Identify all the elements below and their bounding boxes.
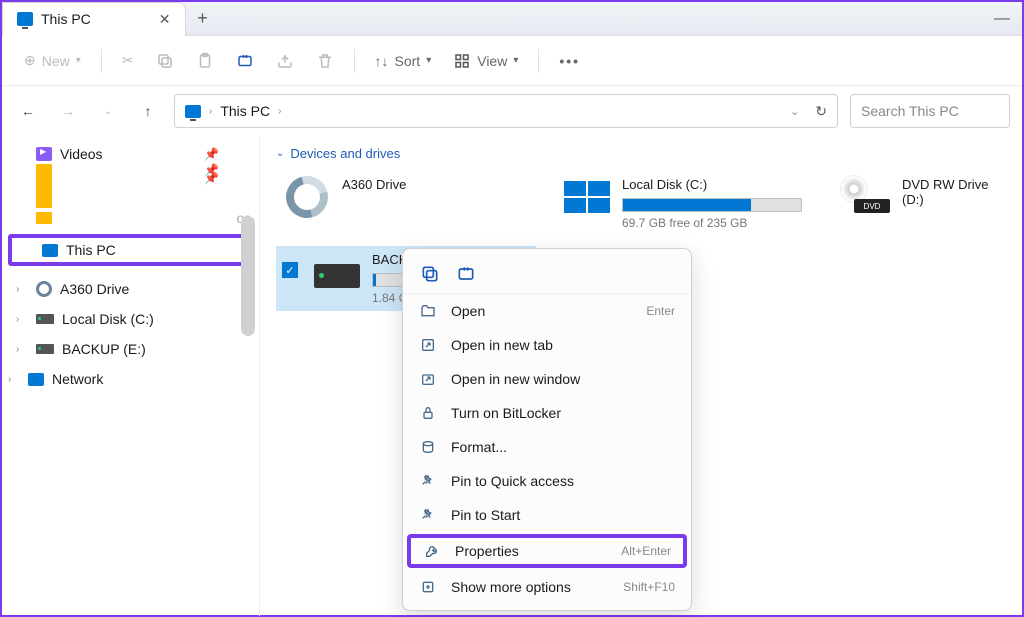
drive-card-a360[interactable]: A360 Drive [276,171,536,236]
drive-card-local-c[interactable]: Local Disk (C:) 69.7 GB free of 235 GB [556,171,816,236]
drive-card-dvd[interactable]: DVD DVD RW Drive (D:) [836,171,996,236]
chevron-right-icon[interactable]: › [16,344,19,355]
plus-circle-icon: ⊕ [24,52,36,69]
context-menu-action-row [403,255,691,294]
scissors-icon: ✂ [122,52,134,69]
pin-icon [419,506,437,524]
search-input[interactable]: Search This PC [850,94,1010,128]
a360-drive-icon [278,168,335,225]
rename-button[interactable] [455,263,477,285]
newwin-icon [419,370,437,388]
selected-checkbox-icon[interactable]: ✓ [282,262,298,278]
chevron-down-icon: ▾ [76,55,81,66]
this-pc-icon [185,105,201,118]
sidebar-item-videos[interactable]: Videos 📌 [2,142,259,166]
open-icon [419,302,437,320]
tab-title: This PC [41,11,91,27]
lock-icon [419,404,437,422]
drive-icon [36,344,54,354]
tree-item-a360[interactable]: › A360 Drive [2,274,259,304]
context-menu-item-pin-to-quick-access[interactable]: Pin to Quick access [403,464,691,498]
videos-icon [36,147,52,161]
clipboard-icon [196,52,214,70]
copy-button[interactable] [146,46,184,76]
chevron-right-icon[interactable]: › [16,314,19,325]
this-pc-icon [42,244,58,257]
sort-button[interactable]: ↑↓ Sort ▾ [365,47,442,75]
new-tab-button[interactable]: + [186,8,220,29]
copy-button[interactable] [419,263,441,285]
context-menu-item-open[interactable]: OpenEnter [403,294,691,328]
this-pc-icon [17,12,33,26]
context-menu-item-format-[interactable]: Format... [403,430,691,464]
format-icon [419,438,437,456]
delete-button[interactable] [306,46,344,76]
chevron-right-icon: › [278,106,281,117]
trash-icon [316,52,334,70]
storage-bar [622,198,802,212]
grid-icon [453,52,471,70]
windows-drive-icon [564,181,610,213]
share-button[interactable] [266,46,304,76]
back-button[interactable]: ← [14,97,42,125]
chevron-right-icon: › [209,106,212,117]
more-icon [419,578,437,596]
context-menu-item-turn-on-bitlocker[interactable]: Turn on BitLocker [403,396,691,430]
context-menu-item-open-in-new-window[interactable]: Open in new window [403,362,691,396]
title-bar: This PC ✕ + — [2,2,1022,36]
chevron-down-icon: ▾ [513,55,518,66]
drive-icon [36,314,54,324]
sort-icon: ↑↓ [375,53,389,69]
cut-button[interactable]: ✂ [112,46,144,75]
share-icon [276,52,294,70]
chevron-down-icon: ⌄ [276,148,284,159]
sidebar-item-this-pc[interactable]: This PC [8,234,253,266]
minimize-button[interactable]: — [982,10,1022,28]
context-menu-item-show-more-options[interactable]: Show more optionsShift+F10 [403,570,691,604]
search-placeholder: Search This PC [861,103,959,119]
chevron-right-icon[interactable]: › [8,374,11,385]
group-header[interactable]: ⌄ Devices and drives [276,146,1006,161]
context-menu-item-pin-to-start[interactable]: Pin to Start [403,498,691,532]
window-tab[interactable]: This PC ✕ [2,2,186,36]
refresh-button[interactable]: ↻ [815,103,827,120]
context-menu-item-open-in-new-tab[interactable]: Open in new tab [403,328,691,362]
sidebar-scrollbar[interactable] [241,136,255,616]
copy-icon [156,52,174,70]
chevron-right-icon[interactable]: › [16,284,19,295]
recent-chevron-icon[interactable]: ⌄ [94,97,122,125]
paste-button[interactable] [186,46,224,76]
tree-item-backup[interactable]: › BACKUP (E:) [2,334,259,364]
up-button[interactable]: ↑ [134,97,162,125]
tree-item-local-disk[interactable]: › Local Disk (C:) [2,304,259,334]
rename-button[interactable] [226,46,264,76]
navigation-sidebar: Videos 📌 📌 📌 or This PC › A360 Drive › L… [2,136,260,616]
forward-button[interactable]: → [54,97,82,125]
a360-drive-icon [36,281,52,297]
sidebar-pinned-folder[interactable] [2,198,259,206]
address-row: ← → ⌄ ↑ › This PC › ⌄ ↻ Search This PC [2,86,1022,136]
tree-item-network[interactable]: › Network [2,364,259,394]
dropdown-chevron-icon[interactable]: ⌄ [790,105,799,118]
address-bar[interactable]: › This PC › ⌄ ↻ [174,94,838,128]
ellipsis-icon: ••• [559,53,580,69]
new-button[interactable]: ⊕ New ▾ [14,46,91,75]
pin-icon: 📌 [204,147,219,161]
rename-icon [236,52,254,70]
breadcrumb-root[interactable]: This PC [220,103,270,119]
wrench-icon [423,542,441,560]
more-button[interactable]: ••• [549,47,590,75]
sidebar-pinned-folder[interactable]: or [2,206,259,230]
newtab-icon [419,336,437,354]
dvd-drive-icon: DVD [844,181,890,213]
context-menu: OpenEnterOpen in new tabOpen in new wind… [402,248,692,611]
network-icon [28,373,44,386]
toolbar: ⊕ New ▾ ✂ ↑↓ Sort ▾ View ▾ ••• [2,36,1022,86]
chevron-down-icon: ▾ [426,55,431,66]
drive-icon [314,264,360,288]
context-menu-item-properties[interactable]: PropertiesAlt+Enter [407,534,687,568]
view-button[interactable]: View ▾ [443,46,528,76]
tab-close-icon[interactable]: ✕ [159,11,171,28]
pin-icon [419,472,437,490]
